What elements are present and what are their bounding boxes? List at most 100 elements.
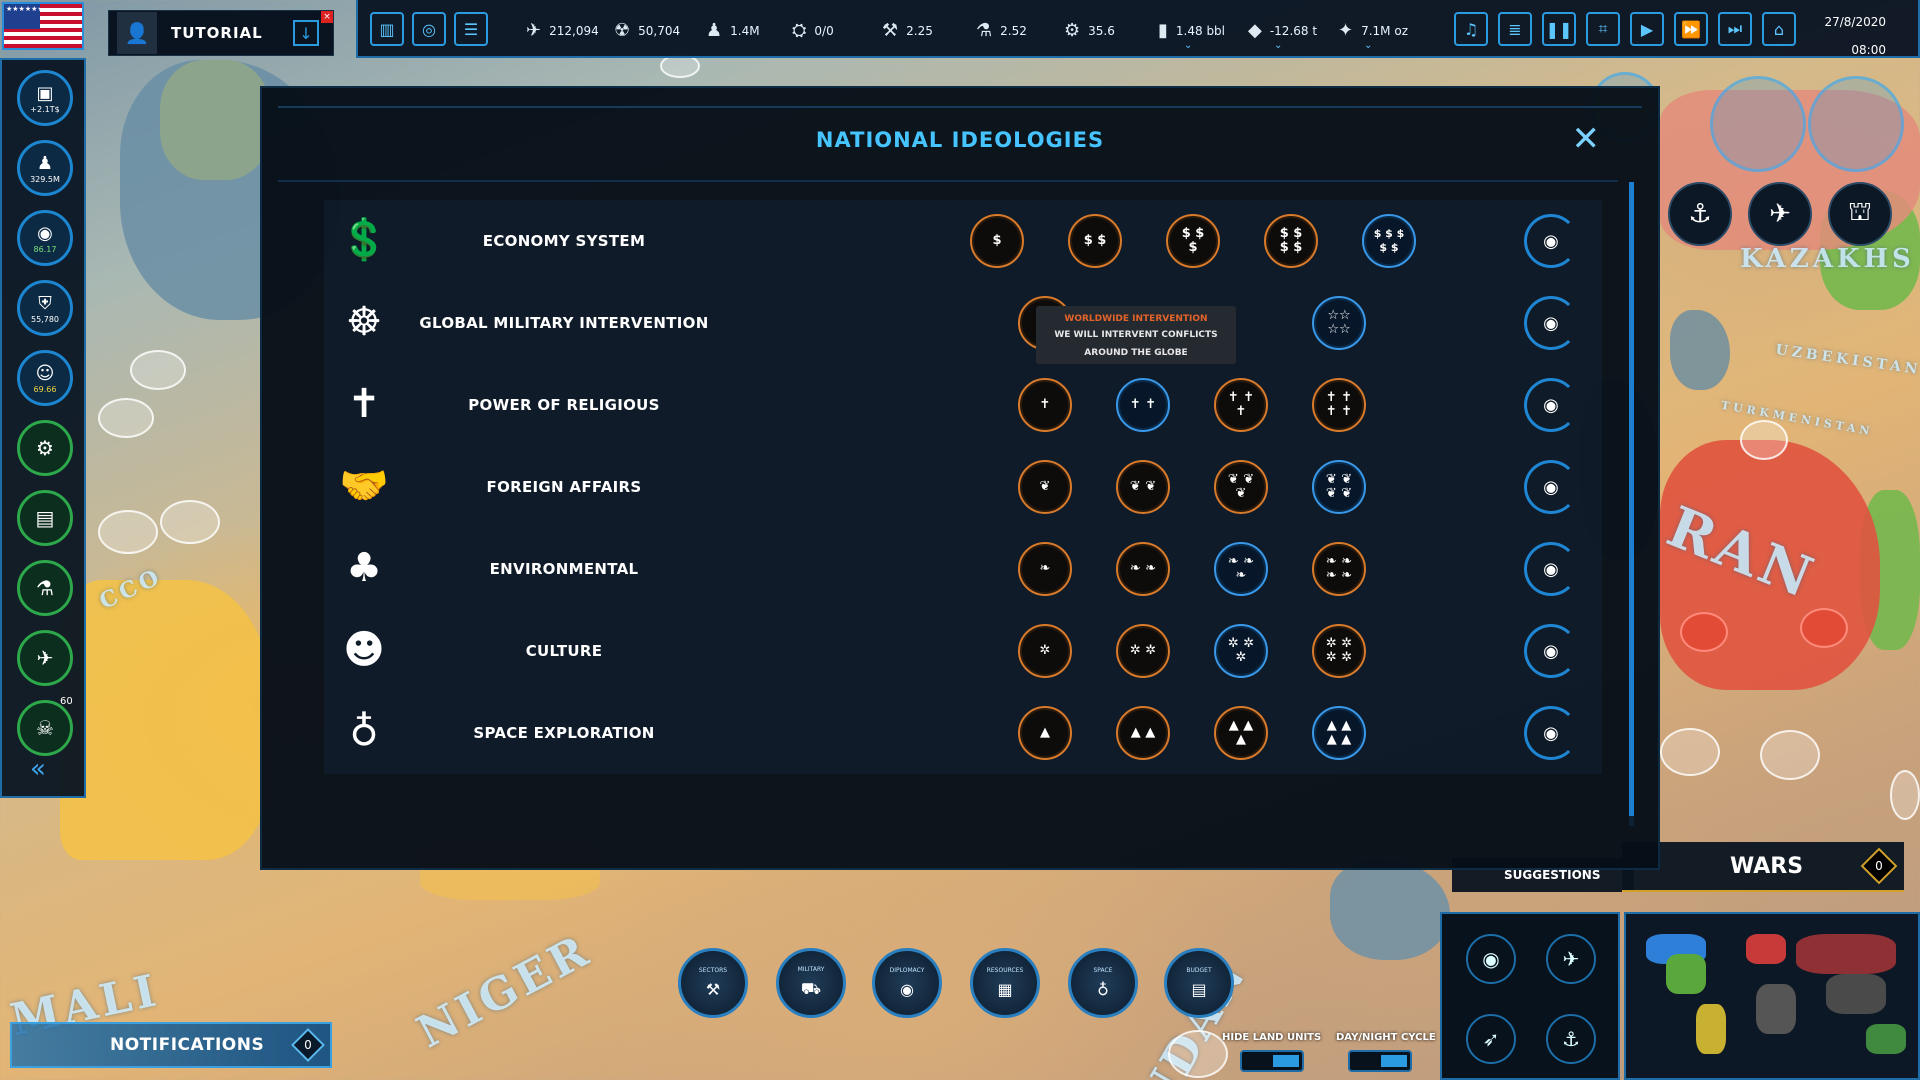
ideology-option[interactable]: ❦ ❦ xyxy=(1116,460,1170,514)
day-night-cycle-toggle[interactable] xyxy=(1348,1050,1412,1072)
ideology-option[interactable]: ✝ ✝ ✝ xyxy=(1214,378,1268,432)
anchor-icon[interactable]: ⚓ xyxy=(1668,182,1732,246)
stat-nuclear[interactable]: ☢ 50,704 xyxy=(614,20,680,41)
map-unit-marker[interactable] xyxy=(1760,730,1820,780)
skip-forward-icon[interactable]: ⏭ xyxy=(1718,12,1752,46)
air-strike-icon[interactable]: ✈ xyxy=(1748,182,1812,246)
ideology-option[interactable]: $ $ xyxy=(1068,214,1122,268)
map-unit-marker[interactable] xyxy=(1660,728,1720,776)
wars-button[interactable]: WARS 0 xyxy=(1622,842,1904,892)
research-button[interactable]: ⚗ xyxy=(17,560,73,616)
population-button[interactable]: ♟ 329.5M xyxy=(17,140,73,196)
settings-button[interactable]: ⚙ xyxy=(17,420,73,476)
scrollbar-thumb[interactable] xyxy=(1629,182,1634,816)
chevron-down-icon[interactable]: ⌄ xyxy=(1184,40,1192,51)
ideology-option[interactable]: ❦ ❦ ❦ xyxy=(1214,460,1268,514)
ideology-option-selected[interactable]: ❧ ❧ ❧ xyxy=(1214,542,1268,596)
globe-overlay-button[interactable] xyxy=(1808,76,1904,172)
ideology-option-selected[interactable]: ✲ ✲ ✲ xyxy=(1214,624,1268,678)
collapse-sidebar-icon[interactable]: « xyxy=(30,754,46,784)
globe-icon[interactable]: ◉ xyxy=(1524,214,1578,268)
sectors-button[interactable]: SECTORS ⚒ xyxy=(678,948,748,1018)
globe-icon[interactable]: ◉ xyxy=(1524,378,1578,432)
download-icon[interactable]: ↓ xyxy=(293,20,319,46)
ideology-option[interactable]: $ $ $ $ xyxy=(1264,214,1318,268)
documents-button[interactable]: ▤ xyxy=(17,490,73,546)
diplomacy-button[interactable]: DIPLOMACY ◉ xyxy=(872,948,942,1018)
map-unit-marker[interactable] xyxy=(1740,420,1788,460)
stat-satellites[interactable]: ⛭ 0/0 xyxy=(792,20,834,41)
stat-oil[interactable]: ▮ 1.48 bbl ⌄ xyxy=(1158,20,1225,51)
ideology-option[interactable]: ✲ xyxy=(1018,624,1072,678)
chevron-down-icon[interactable]: ⌄ xyxy=(1364,40,1372,51)
news-icon[interactable]: ≣ xyxy=(1498,12,1532,46)
ideology-option[interactable]: ❧ ❧ xyxy=(1116,542,1170,596)
map-unit-marker[interactable] xyxy=(1680,612,1728,652)
stat-resource[interactable]: ⚙ 35.6 xyxy=(1064,20,1115,41)
globe-icon[interactable]: ◉ xyxy=(1524,624,1578,678)
ideology-option-selected[interactable]: ✝ ✝ xyxy=(1116,378,1170,432)
resources-button[interactable]: RESOURCES ▦ xyxy=(970,948,1040,1018)
tutorial-panel[interactable]: 👤 TUTORIAL ↓ × xyxy=(108,10,334,56)
minimap[interactable] xyxy=(1624,912,1920,1080)
fortress-icon[interactable]: ⛫ xyxy=(1828,182,1892,246)
missile-filter-icon[interactable]: ➶ xyxy=(1466,1014,1516,1064)
map-unit-marker[interactable] xyxy=(98,510,158,554)
ideology-option[interactable]: ✝ ✝ ✝ ✝ xyxy=(1312,378,1366,432)
hide-land-units-toggle[interactable] xyxy=(1240,1050,1304,1072)
map-unit-marker[interactable] xyxy=(1800,608,1848,648)
stat-ore[interactable]: ◆ -12.68 t ⌄ xyxy=(1248,20,1317,51)
ideology-option[interactable]: ❧ ❧ ❧ ❧ xyxy=(1312,542,1366,596)
map-unit-marker[interactable] xyxy=(1890,770,1920,820)
ideology-option-selected[interactable]: ▲ ▲ ▲ ▲ xyxy=(1312,706,1366,760)
ideology-option[interactable]: ▲ xyxy=(1018,706,1072,760)
fast-forward-icon[interactable]: ⏩ xyxy=(1674,12,1708,46)
ideology-option[interactable]: ✲ ✲ xyxy=(1116,624,1170,678)
map-unit-marker[interactable] xyxy=(98,398,154,438)
notifications-button[interactable]: NOTIFICATIONS 0 xyxy=(10,1022,332,1068)
close-icon[interactable]: ✕ xyxy=(1572,122,1601,156)
ideology-option[interactable]: $ xyxy=(970,214,1024,268)
stat-industry[interactable]: ⚒ 2.25 xyxy=(882,20,933,41)
tutorial-close-icon[interactable]: × xyxy=(321,11,333,23)
play-icon[interactable]: ▶ xyxy=(1630,12,1664,46)
country-flag-usa[interactable]: ★★★★★★★★★★★★★★★★★★★★ xyxy=(2,2,84,50)
ideology-option-selected[interactable]: ☆☆ ☆☆ xyxy=(1312,296,1366,350)
ideology-option[interactable]: ❦ xyxy=(1018,460,1072,514)
happiness-button[interactable]: ☺ 69.66 xyxy=(17,350,73,406)
news-overlay-button[interactable] xyxy=(1710,76,1806,172)
military-button[interactable]: MILITARY ⛟ xyxy=(776,948,846,1018)
map-unit-marker[interactable] xyxy=(130,350,186,390)
globe-icon[interactable]: ◉ xyxy=(1524,542,1578,596)
map-unit-marker[interactable] xyxy=(1168,1030,1228,1078)
treasury-button[interactable]: ▣ +2.1T$ xyxy=(17,70,73,126)
ideology-option[interactable]: $ $ $ xyxy=(1166,214,1220,268)
ideology-option-selected[interactable]: $ $ $ $ $ xyxy=(1362,214,1416,268)
chevron-down-icon[interactable]: ⌄ xyxy=(1274,40,1282,51)
space-button[interactable]: SPACE ♁ xyxy=(1068,948,1138,1018)
globe-filter-icon[interactable]: ◉ xyxy=(1466,934,1516,984)
home-icon[interactable]: ⌂ xyxy=(1762,12,1796,46)
aircraft-filter-icon[interactable]: ✈ xyxy=(1546,934,1596,984)
aircraft-button[interactable]: ✈ xyxy=(17,630,73,686)
map-unit-marker[interactable] xyxy=(160,500,220,544)
ideology-option[interactable]: ▲ ▲ xyxy=(1116,706,1170,760)
globe-icon[interactable]: ◉ xyxy=(1524,706,1578,760)
stat-missiles[interactable]: ✈ 212,094 xyxy=(526,20,599,41)
sliders-icon[interactable]: ☰ xyxy=(454,12,488,46)
military-power-button[interactable]: ⛨ 55,780 xyxy=(17,280,73,336)
stat-gold[interactable]: ✦ 7.1M oz ⌄ xyxy=(1338,20,1408,51)
ideology-option[interactable]: ✲ ✲ ✲ ✲ xyxy=(1312,624,1366,678)
budget-button[interactable]: BUDGET ▤ xyxy=(1164,948,1234,1018)
ideology-option[interactable]: ❧ xyxy=(1018,542,1072,596)
globe-icon[interactable]: ◉ xyxy=(1524,460,1578,514)
anchor-filter-icon[interactable]: ⚓ xyxy=(1546,1014,1596,1064)
music-icon[interactable]: ♫ xyxy=(1454,12,1488,46)
globe-icon[interactable]: ◉ xyxy=(1524,296,1578,350)
stat-research[interactable]: ⚗ 2.52 xyxy=(976,20,1027,41)
ideology-option[interactable]: ▲ ▲ ▲ xyxy=(1214,706,1268,760)
statistics-chart-icon[interactable]: ▥ xyxy=(370,12,404,46)
approval-button[interactable]: ◉ 86.17 xyxy=(17,210,73,266)
pause-icon[interactable]: ❚❚ xyxy=(1542,12,1576,46)
ideology-option-selected[interactable]: ❦ ❦ ❦ ❦ xyxy=(1312,460,1366,514)
